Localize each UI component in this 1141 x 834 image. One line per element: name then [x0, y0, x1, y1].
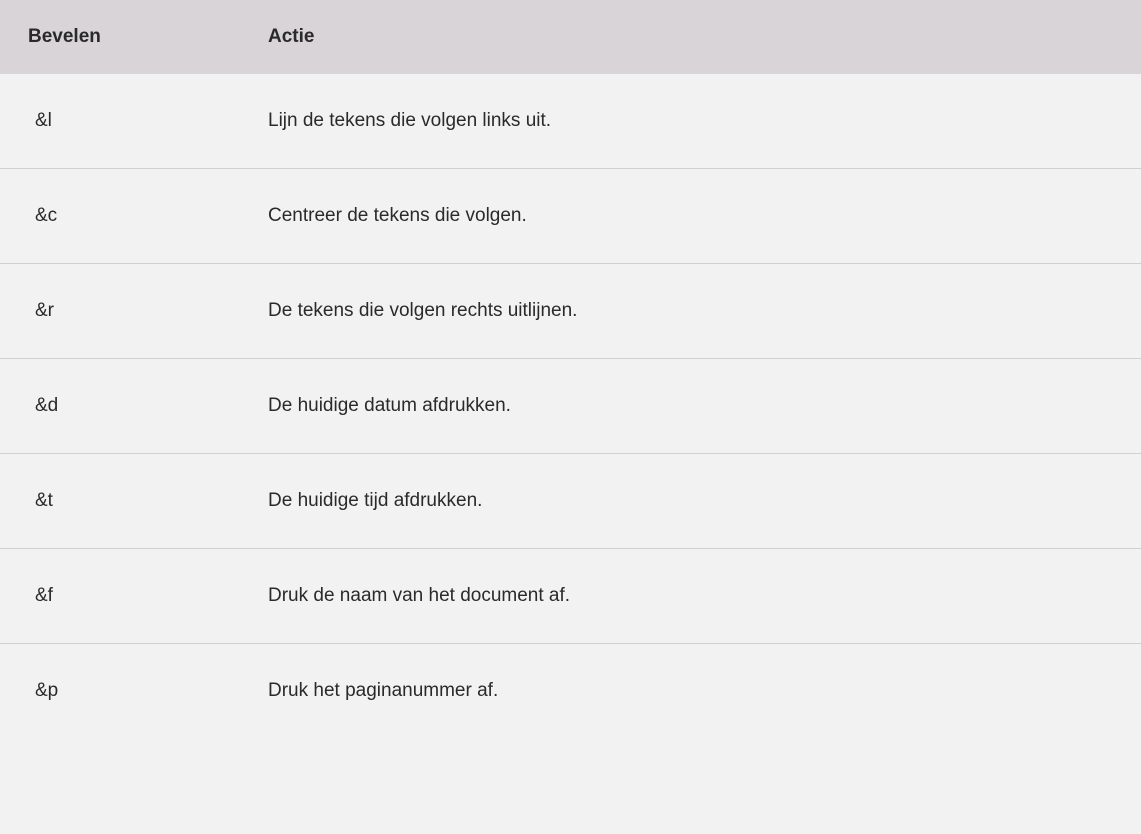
table-row: &f Druk de naam van het document af. [0, 549, 1141, 644]
cell-action: Lijn de tekens die volgen links uit. [240, 74, 1141, 168]
cell-command: &d [0, 359, 240, 453]
cell-command: &c [0, 169, 240, 263]
commands-table: Bevelen Actie &l Lijn de tekens die volg… [0, 0, 1141, 738]
table-row: &c Centreer de tekens die volgen. [0, 169, 1141, 264]
table-row: &l Lijn de tekens die volgen links uit. [0, 74, 1141, 169]
table-row: &t De huidige tijd afdrukken. [0, 454, 1141, 549]
cell-action: Druk het paginanummer af. [240, 644, 1141, 738]
cell-command: &f [0, 549, 240, 643]
table-header-row: Bevelen Actie [0, 0, 1141, 74]
table-row: &p Druk het paginanummer af. [0, 644, 1141, 738]
cell-action: Druk de naam van het document af. [240, 549, 1141, 643]
table-row: &d De huidige datum afdrukken. [0, 359, 1141, 454]
cell-action: De tekens die volgen rechts uitlijnen. [240, 264, 1141, 358]
cell-command: &t [0, 454, 240, 548]
cell-command: &r [0, 264, 240, 358]
cell-action: De huidige datum afdrukken. [240, 359, 1141, 453]
cell-action: Centreer de tekens die volgen. [240, 169, 1141, 263]
table-row: &r De tekens die volgen rechts uitlijnen… [0, 264, 1141, 359]
cell-action: De huidige tijd afdrukken. [240, 454, 1141, 548]
column-header-command: Bevelen [0, 0, 240, 74]
cell-command: &p [0, 644, 240, 738]
cell-command: &l [0, 74, 240, 168]
column-header-action: Actie [240, 0, 1141, 74]
